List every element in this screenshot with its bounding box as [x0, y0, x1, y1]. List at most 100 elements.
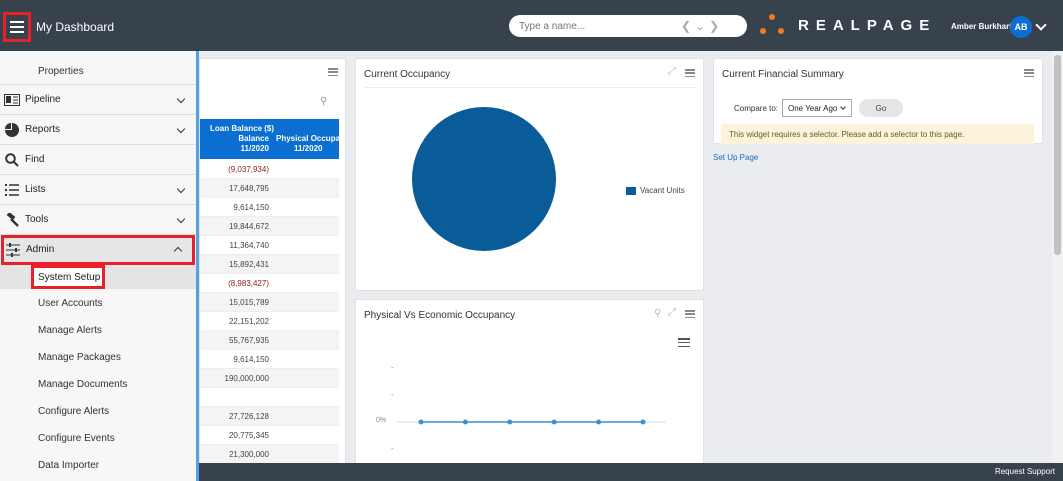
request-support-link[interactable]: Request Support [995, 467, 1055, 476]
loan-balance-cell: 17,648,795 [228, 184, 269, 193]
expand-icon[interactable]: ⤢ [668, 66, 676, 77]
line-point[interactable] [640, 419, 646, 425]
chevron-down-icon[interactable]: ⌄ [695, 19, 705, 33]
financial-summary-panel: Current Financial Summary Compare to: On… [713, 58, 1043, 144]
top-bar: My Dashboard ❮ ⌄ ❯ REALPAGE Amber Burkha… [0, 0, 1063, 51]
table-row[interactable]: 19,844,672 [200, 217, 339, 236]
sidebar-item-lists[interactable]: Lists [0, 175, 196, 205]
sidebar-item-pipeline[interactable]: Pipeline [0, 85, 196, 115]
panel-menu-icon[interactable] [685, 310, 695, 318]
chart-legend[interactable]: Vacant Units [626, 186, 685, 195]
search-box[interactable]: ❮ ⌄ ❯ [509, 15, 747, 37]
current-occupancy-panel: Current Occupancy ⤢ Vacant Units [355, 58, 704, 291]
loan-balance-cell: 190,000,000 [224, 374, 270, 383]
sidebar-subitem-data-importer[interactable]: Data Importer [38, 460, 99, 471]
expand-icon[interactable]: ⤢ [668, 307, 676, 318]
line-point[interactable] [418, 419, 424, 425]
table-row[interactable]: (9,037,934) [200, 160, 339, 179]
legend-swatch [626, 186, 636, 195]
sidebar-item-label: Admin [26, 244, 55, 255]
chevron-down-icon [176, 124, 186, 134]
chevron-down-icon [176, 94, 186, 104]
table-row[interactable]: 20,775,345 [200, 426, 339, 445]
table-row[interactable]: 9,614,150 [200, 198, 339, 217]
compare-select[interactable]: One Year Ago [782, 99, 852, 117]
loan-balance-cell: 22,151,202 [228, 317, 269, 326]
chevron-right-icon[interactable]: ❯ [709, 19, 719, 33]
loan-table-panel: ⚲ Loan Balance ($) Balance 11/2020 Physi… [199, 58, 346, 468]
scrollbar-thumb[interactable] [1054, 55, 1061, 255]
legend-label: Vacant Units [640, 186, 685, 195]
user-name[interactable]: Amber Burkhart [951, 22, 1012, 31]
loan-balance-cell: 21,300,000 [228, 450, 269, 459]
table-row[interactable]: 27,726,128 [200, 407, 339, 426]
sidebar-item-properties[interactable]: Properties [38, 66, 84, 77]
sidebar-item-admin[interactable]: Admin [1, 235, 195, 265]
sidebar-subitem-configure-alerts[interactable]: Configure Alerts [38, 406, 109, 417]
sidebar-subitem-manage-documents[interactable]: Manage Documents [38, 379, 128, 390]
compare-select-value: One Year Ago [788, 103, 838, 113]
panel-menu-icon[interactable] [685, 69, 695, 77]
loan-balance-cell: 11,364,740 [229, 241, 269, 250]
list-icon [4, 182, 20, 198]
loan-balance-cell: (9,037,934) [228, 165, 269, 174]
line-point[interactable] [462, 419, 468, 425]
selector-warning: This widget requires a selector. Please … [721, 124, 1034, 144]
go-button[interactable]: Go [859, 99, 903, 117]
panel-menu-icon[interactable] [328, 68, 338, 76]
panel-menu-icon[interactable] [1024, 69, 1034, 77]
set-up-page-link[interactable]: Set Up Page [713, 153, 758, 162]
table-row[interactable]: 9,614,150 [200, 350, 339, 369]
dashboard-main: ⚲ Loan Balance ($) Balance 11/2020 Physi… [199, 51, 1063, 469]
chart-menu-icon[interactable] [678, 338, 690, 347]
sidebar-item-reports[interactable]: Reports [0, 115, 196, 145]
chevron-left-icon[interactable]: ❮ [681, 19, 691, 33]
occupancy-pie[interactable] [411, 106, 561, 256]
sidebar-subitem-manage-packages[interactable]: Manage Packages [38, 352, 121, 363]
table-row[interactable]: 17,648,795 [200, 179, 339, 198]
chevron-down-icon [176, 214, 186, 224]
sliders-icon [6, 243, 20, 260]
page-scrollbar[interactable] [1052, 51, 1063, 463]
search-icon[interactable]: ⚲ [320, 96, 327, 107]
footer-bar: Request Support [199, 463, 1063, 481]
panel-title: Physical Vs Economic Occupancy [364, 310, 516, 321]
column-header: 11/2020 [240, 144, 269, 153]
user-menu-chevron-icon[interactable] [1035, 19, 1047, 31]
pie-chart-icon [4, 122, 20, 138]
search-input[interactable] [509, 20, 679, 32]
column-header: 11/2020 [294, 144, 323, 153]
table-row[interactable] [200, 388, 339, 407]
zoom-icon[interactable]: ⚲ [654, 308, 661, 319]
sidebar-item-tools[interactable]: Tools [0, 205, 196, 235]
sidebar-subitem-manage-alerts[interactable]: Manage Alerts [38, 325, 102, 336]
table-row[interactable]: 22,151,202 [200, 312, 339, 331]
avatar[interactable]: AB [1010, 16, 1032, 38]
hamburger-menu-button[interactable] [3, 12, 31, 42]
realpage-logo: REALPAGE [760, 14, 936, 36]
table-row[interactable]: 21,300,000 [200, 445, 339, 464]
table-row[interactable]: 55,767,935 [200, 331, 339, 350]
table-row[interactable]: 11,364,740 [200, 236, 339, 255]
sidebar-subitem-user-accounts[interactable]: User Accounts [38, 298, 102, 309]
y-label: - [391, 390, 394, 399]
table-row[interactable]: 15,892,431 [200, 255, 339, 274]
table-header: Loan Balance ($) Balance 11/2020 Physica… [200, 119, 345, 159]
panel-title: Current Occupancy [364, 69, 451, 80]
column-header[interactable]: Loan Balance ($) [210, 124, 274, 133]
occupancy-line-chart[interactable] [396, 412, 686, 432]
sidebar-subitem-system-setup[interactable]: System Setup [31, 265, 105, 289]
sidebar-item-find[interactable]: Find [0, 145, 196, 175]
column-header[interactable]: Physical Occupan [276, 134, 345, 143]
line-point[interactable] [596, 419, 602, 425]
sidebar-item-label: Tools [25, 214, 49, 225]
table-row[interactable]: (8,983,427) [200, 274, 339, 293]
table-row[interactable]: 15,015,789 [200, 293, 339, 312]
logo-dots-icon [760, 14, 784, 36]
line-point[interactable] [551, 419, 557, 425]
panel-title: Current Financial Summary [722, 69, 844, 80]
sidebar-subitem-configure-events[interactable]: Configure Events [38, 433, 115, 444]
line-point[interactable] [507, 419, 513, 425]
table-row[interactable]: 190,000,000 [200, 369, 339, 388]
y-label: - [391, 363, 394, 372]
